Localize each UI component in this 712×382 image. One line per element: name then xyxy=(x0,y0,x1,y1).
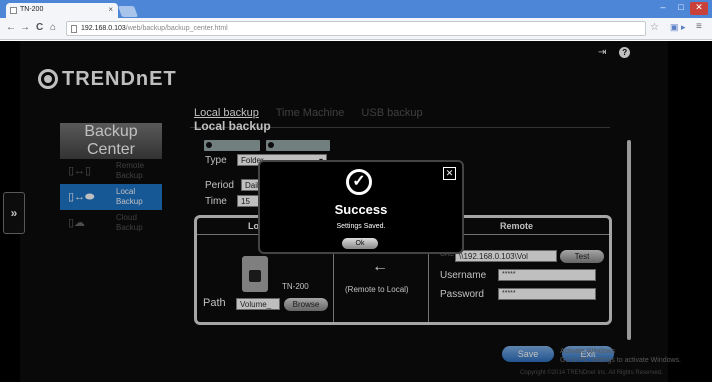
ok-button[interactable]: Ok xyxy=(342,238,378,249)
window-close-button[interactable]: ✕ xyxy=(690,2,708,15)
back-button[interactable]: ← xyxy=(6,22,16,33)
url-input[interactable]: 192.168.0.103/web/backup/backup_center.h… xyxy=(66,21,646,36)
tab-close-icon[interactable]: × xyxy=(108,5,113,14)
new-tab-button[interactable] xyxy=(117,6,139,17)
url-host: 192.168.0.103 xyxy=(81,25,126,32)
checkmark-icon: ✓ xyxy=(346,169,372,195)
url-path: /web/backup/backup_center.html xyxy=(125,25,228,32)
reload-button[interactable]: C xyxy=(36,22,43,33)
tab-title: TN-200 xyxy=(20,6,44,13)
dialog-title: Success xyxy=(334,202,388,217)
restore-button[interactable]: □ xyxy=(672,2,690,15)
minimize-button[interactable]: – xyxy=(654,2,672,15)
browser-tab[interactable]: TN-200 × xyxy=(6,3,118,18)
browser-menu-icon[interactable]: ≡ xyxy=(696,21,702,32)
browser-titlebar: TN-200 × – □ ✕ xyxy=(0,0,712,18)
extension-icon[interactable]: ▣ ▸ xyxy=(670,22,686,33)
page-icon xyxy=(71,25,77,33)
success-dialog: ✕ ✓ Success Settings Saved. Ok xyxy=(258,160,464,254)
home-button[interactable]: ⌂ xyxy=(50,22,56,33)
page-icon xyxy=(10,7,17,14)
close-icon[interactable]: ✕ xyxy=(443,167,456,180)
bookmark-star-icon[interactable]: ☆ xyxy=(650,22,659,33)
address-toolbar: ← → C ⌂ 192.168.0.103/web/backup/backup_… xyxy=(0,18,712,40)
dialog-message: Settings Saved. xyxy=(336,223,386,230)
forward-button[interactable]: → xyxy=(20,22,30,33)
